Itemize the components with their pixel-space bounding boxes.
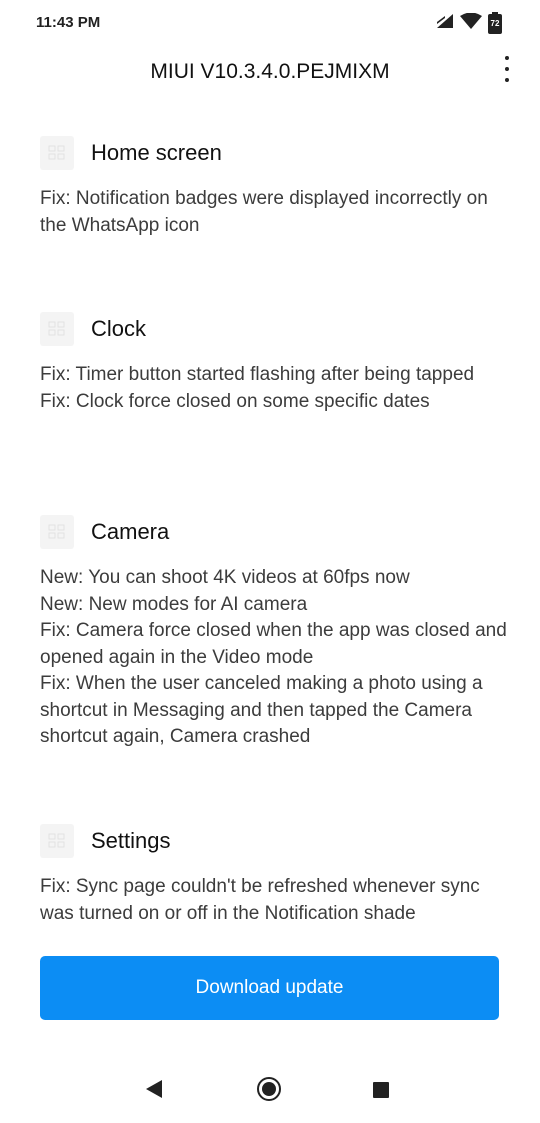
note-line: Fix: Clock force closed on some specific…	[40, 390, 430, 412]
section-title: Settings	[91, 828, 171, 853]
note-line: Fix: Camera force closed when the app wa…	[40, 620, 507, 668]
section-header: Settings	[40, 824, 510, 858]
release-notes: New: You can shoot 4K videos at 60fps no…	[40, 565, 510, 751]
app-placeholder-icon	[40, 312, 74, 346]
release-notes: Fix: Sync page couldn't be refreshed whe…	[40, 874, 510, 927]
status-time: 11:43 PM	[36, 14, 101, 31]
page-title: MIUI V10.3.4.0.PEJMIXM	[150, 60, 390, 83]
release-notes: Fix: Notification badges were displayed …	[40, 186, 510, 239]
section-title: Camera	[91, 519, 170, 544]
section-header: Clock	[40, 312, 510, 346]
note-line: New: You can shoot 4K videos at 60fps no…	[40, 567, 410, 588]
note-line: Fix: When the user canceled making a pho…	[40, 673, 483, 747]
home-icon[interactable]	[257, 1077, 281, 1101]
app-placeholder-icon	[40, 136, 74, 170]
battery-icon: 72	[488, 11, 502, 34]
note-line: Fix: Sync page couldn't be refreshed whe…	[40, 876, 480, 924]
section-home-screen: Home screen Fix: Notification badges wer…	[40, 136, 510, 239]
section-settings: Settings Fix: Sync page couldn't be refr…	[40, 824, 510, 927]
section-header: Home screen	[40, 136, 510, 170]
note-line: Fix: Timer button started flashing after…	[40, 364, 475, 385]
section-title: Clock	[91, 316, 147, 341]
wifi-icon	[460, 12, 482, 34]
status-bar: 11:43 PM 72	[0, 0, 540, 46]
section-clock: Clock Fix: Timer button started flashing…	[40, 312, 510, 415]
status-icons: 72	[436, 11, 502, 34]
navigation-bar	[0, 1060, 540, 1123]
note-line: New: New modes for AI camera	[40, 593, 308, 615]
signal-icon	[436, 13, 454, 34]
release-notes: Fix: Timer button started flashing after…	[40, 362, 510, 415]
app-placeholder-icon	[40, 515, 74, 549]
section-title: Home screen	[91, 140, 222, 165]
more-vert-icon[interactable]	[500, 56, 514, 82]
note-line: Fix: Notification badges were displayed …	[40, 188, 488, 236]
download-update-button[interactable]: Download update	[40, 956, 499, 1020]
recents-icon[interactable]	[373, 1082, 389, 1098]
app-placeholder-icon	[40, 824, 74, 858]
back-icon[interactable]	[146, 1080, 162, 1098]
section-camera: Camera New: You can shoot 4K videos at 6…	[40, 515, 510, 751]
title-bar: MIUI V10.3.4.0.PEJMIXM	[0, 46, 540, 98]
section-header: Camera	[40, 515, 510, 549]
